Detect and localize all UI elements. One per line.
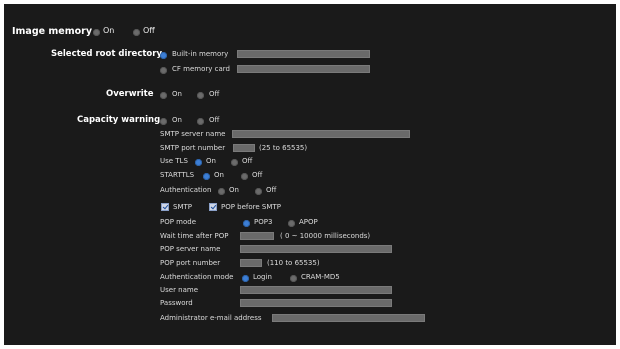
tls-on-radio[interactable] [195, 159, 202, 166]
password-field[interactable] [240, 299, 392, 307]
wait-time-label: Wait time after POP [160, 232, 229, 240]
capacity-off-label: Off [209, 116, 220, 124]
pop-before-smtp-label: POP before SMTP [221, 203, 281, 211]
image-memory-on-label: On [103, 26, 115, 35]
builtin-memory-label: Built-in memory [172, 50, 229, 58]
overwrite-on-label: On [172, 90, 182, 98]
auth-mode-label: Authentication mode [160, 273, 234, 281]
auth-off-radio[interactable] [255, 188, 262, 195]
pop-server-label: POP server name [160, 245, 221, 253]
pop-port-hint: (110 to 65535) [267, 259, 320, 267]
smtp-port-hint: (25 to 65535) [259, 144, 308, 152]
login-label: Login [253, 273, 272, 281]
apop-radio[interactable] [288, 220, 295, 227]
smtp-port-label: SMTP port number [160, 144, 226, 152]
pop3-radio[interactable] [243, 220, 250, 227]
pop-port-label: POP port number [160, 259, 221, 267]
image-memory-label: Image memory [12, 26, 93, 37]
smtp-check-label: SMTP [173, 203, 192, 211]
auth-on-radio[interactable] [218, 188, 225, 195]
starttls-off-label: Off [252, 171, 263, 179]
cf-card-field[interactable] [237, 65, 370, 73]
overwrite-label: Overwrite [106, 89, 154, 99]
user-name-label: User name [160, 286, 199, 294]
capacity-warning-label: Capacity warning [77, 115, 161, 125]
overwrite-off-label: Off [209, 90, 220, 98]
user-name-field[interactable] [240, 286, 392, 294]
pop-port-field[interactable] [240, 259, 262, 267]
tls-off-radio[interactable] [231, 159, 238, 166]
image-memory-on-radio[interactable] [93, 29, 100, 36]
capacity-on-radio[interactable] [160, 118, 167, 125]
overwrite-off-radio[interactable] [197, 92, 204, 99]
settings-panel: Image memory On Off Selected root direct… [4, 4, 616, 345]
capacity-off-radio[interactable] [197, 118, 204, 125]
starttls-on-label: On [214, 171, 224, 179]
cram-radio[interactable] [290, 275, 297, 282]
wait-time-hint: ( 0 ~ 10000 milliseconds) [280, 232, 371, 240]
pop3-label: POP3 [254, 218, 273, 226]
tls-on-label: On [206, 157, 216, 165]
capacity-on-label: On [172, 116, 182, 124]
starttls-on-radio[interactable] [203, 173, 210, 180]
smtp-checkbox[interactable] [161, 203, 169, 211]
apop-label: APOP [299, 218, 318, 226]
starttls-off-radio[interactable] [241, 173, 248, 180]
cf-card-radio[interactable] [160, 67, 167, 74]
authentication-label: Authentication [160, 186, 212, 194]
smtp-server-label: SMTP server name [160, 130, 226, 138]
tls-label: Use TLS [160, 157, 188, 165]
cf-card-label: CF memory card [172, 65, 230, 73]
pop-before-smtp-checkbox[interactable] [209, 203, 217, 211]
login-radio[interactable] [242, 275, 249, 282]
auth-on-label: On [229, 186, 239, 194]
builtin-memory-field[interactable] [237, 50, 370, 58]
wait-time-field[interactable] [240, 232, 274, 240]
builtin-memory-radio[interactable] [160, 52, 167, 59]
smtp-server-field[interactable] [232, 130, 410, 138]
image-memory-off-label: Off [143, 26, 155, 35]
root-dir-label: Selected root directory [51, 49, 162, 59]
overwrite-on-radio[interactable] [160, 92, 167, 99]
auth-off-label: Off [266, 186, 277, 194]
tls-off-label: Off [242, 157, 253, 165]
pop-server-field[interactable] [240, 245, 392, 253]
image-memory-off-radio[interactable] [133, 29, 140, 36]
starttls-label: STARTTLS [160, 171, 195, 179]
admin-email-label: Administrator e-mail address [160, 314, 262, 322]
cram-label: CRAM-MD5 [301, 273, 340, 281]
admin-email-field[interactable] [272, 314, 425, 322]
password-label: Password [160, 299, 193, 307]
smtp-port-field[interactable] [233, 144, 255, 152]
pop-mode-label: POP mode [160, 218, 197, 226]
